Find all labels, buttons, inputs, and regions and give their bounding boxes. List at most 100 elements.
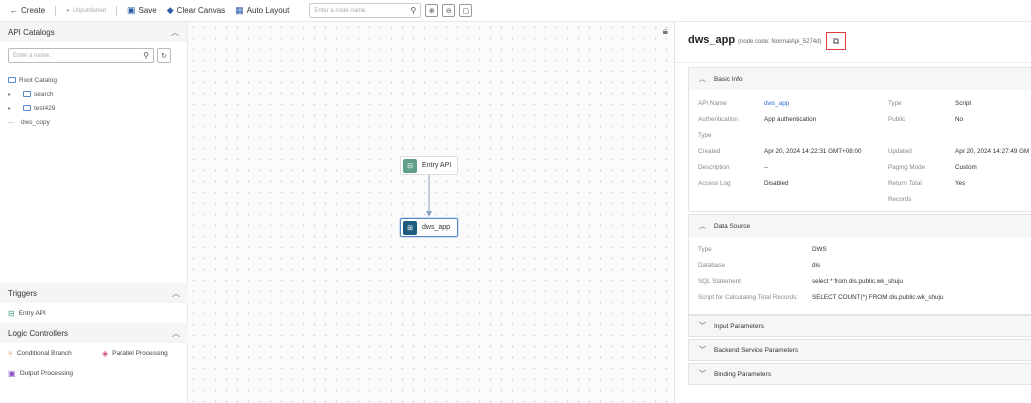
output-icon: ▣ <box>8 368 16 378</box>
entry-api-icon: ⊟ <box>8 308 15 318</box>
entry-api-component[interactable]: ⊟ Entry API <box>0 303 188 323</box>
chevron-down-icon: ﹀ <box>699 371 706 378</box>
node-detail-panel: dws_app (node code: NormalApi_5274d) ⧉ ︿… <box>674 22 1031 403</box>
back-create-button[interactable]: ← Create <box>10 6 45 15</box>
ds-type-label: Type <box>698 246 712 253</box>
fit-screen-icon: ▢ <box>462 7 470 15</box>
caret-right-icon[interactable]: ▸ <box>8 91 14 98</box>
lock-icon[interactable]: 🔒︎ <box>663 26 668 37</box>
logic-controllers-section: Logic Controllers ︿ ⑂ Conditional Branch… <box>0 323 188 383</box>
caret-right-icon[interactable]: ▸ <box>8 105 14 112</box>
return-total-label-cont: Records <box>888 196 912 203</box>
conditional-branch-component[interactable]: ⑂ Conditional Branch <box>0 343 94 363</box>
top-toolbar: ← Create ● Unpublished ▣ Save ◆ Clear Ca… <box>0 0 1031 22</box>
dws-app-node[interactable]: ⊞ dws_app <box>400 218 458 237</box>
zoom-out-icon: ⊖ <box>445 7 452 15</box>
ds-type-value: DWS <box>812 246 827 253</box>
parallel-icon: ◈ <box>102 348 109 358</box>
catalog-tree: Root Catalog ▸ search ▸ test429 — dws_co… <box>0 63 187 129</box>
backend-parameters-header[interactable]: ﹀ Backend Service Parameters <box>688 339 1031 361</box>
auth-label-cont: Type <box>698 132 712 139</box>
chevron-up-icon[interactable]: ︿ <box>172 328 180 339</box>
chevron-up-icon: ︿ <box>699 76 706 83</box>
entry-api-node-icon: ⊟ <box>403 158 417 173</box>
binding-parameters-header[interactable]: ﹀ Binding Parameters <box>688 363 1031 385</box>
parallel-processing-component[interactable]: ◈ Parallel Processing <box>94 343 176 363</box>
divider <box>116 5 117 16</box>
chevron-up-icon[interactable]: ︿ <box>171 27 179 38</box>
auth-label: Authentication <box>698 116 738 123</box>
folder-icon <box>23 105 31 111</box>
output-processing-component[interactable]: ▣ Output Processing <box>0 363 188 383</box>
access-log-value: Disabled <box>764 180 789 187</box>
auto-layout-button[interactable]: ▦ Auto Layout <box>235 5 289 16</box>
sql-label: SQL Statement <box>698 278 741 285</box>
zoom-out-button[interactable]: ⊖ <box>442 4 456 17</box>
chevron-down-icon: ﹀ <box>699 323 706 330</box>
branch-icon: ⑂ <box>8 348 13 358</box>
api-catalogs-header[interactable]: API Catalogs ︿ <box>0 22 187 42</box>
basic-info-card: ︿ Basic Info API Name dws_app Type Scrip… <box>688 67 1031 212</box>
save-icon: ▣ <box>127 5 136 15</box>
created-value: Apr 20, 2024 14:22:31 GMT+08:00 <box>764 148 862 155</box>
database-label: Database <box>698 262 725 269</box>
api-name-value[interactable]: dws_app <box>764 100 789 107</box>
auth-value: App authentication <box>764 116 817 123</box>
flow-canvas[interactable]: 🔒︎ ⊟ Entry API ⊞ dws_app <box>188 22 674 403</box>
status-badge: ● Unpublished <box>66 7 106 14</box>
divider <box>675 62 1031 63</box>
chevron-up-icon: ︿ <box>699 223 706 230</box>
search-icon[interactable]: ⚲ <box>143 51 149 60</box>
database-value: dis <box>812 262 821 269</box>
copy-button[interactable]: ⧉ <box>826 32 846 50</box>
tree-item-dws-copy[interactable]: — dws_copy <box>8 115 187 129</box>
zoom-in-button[interactable]: ⊕ <box>425 4 439 17</box>
entry-api-node[interactable]: ⊟ Entry API <box>400 156 458 175</box>
folder-icon <box>23 91 31 97</box>
updated-value: Apr 20, 2024 14:27:49 GM <box>955 148 1030 155</box>
description-value: -- <box>764 164 769 171</box>
data-source-header[interactable]: ︿ Data Source <box>689 215 1031 237</box>
basic-info-header[interactable]: ︿ Basic Info <box>689 68 1031 90</box>
tree-item-search[interactable]: ▸ search <box>8 87 187 101</box>
tree-line-icon: — <box>8 118 15 126</box>
return-total-value: Yes <box>955 180 966 187</box>
chevron-up-icon[interactable]: ︿ <box>172 288 180 299</box>
arrow-left-icon: ← <box>10 6 18 15</box>
refresh-button[interactable]: ↻ <box>157 48 171 63</box>
chevron-down-icon: ﹀ <box>699 347 706 354</box>
triggers-section: Triggers ︿ ⊟ Entry API <box>0 283 188 323</box>
catalog-search-input[interactable]: Enter a name. ⚲ <box>8 48 154 63</box>
access-log-label: Access Log <box>698 180 731 187</box>
connector-arrow <box>426 175 432 217</box>
updated-label: Updated <box>888 148 912 155</box>
clear-canvas-button[interactable]: ◆ Clear Canvas <box>167 5 225 16</box>
input-parameters-header[interactable]: ﹀ Input Parameters <box>688 315 1031 337</box>
sql-value: select * from dis.public.wk_shuju <box>812 278 903 285</box>
api-node-icon: ⊞ <box>403 220 417 235</box>
divider <box>55 5 57 16</box>
node-title: dws_app (node code: NormalApi_5274d) <box>688 34 822 46</box>
public-label: Public <box>888 116 906 123</box>
created-label: Created <box>698 148 721 155</box>
refresh-icon: ↻ <box>161 52 167 60</box>
layout-icon: ▦ <box>235 5 244 15</box>
node-search-input[interactable]: Enter a node name. ⚲ <box>309 3 422 18</box>
zoom-in-icon: ⊕ <box>428 7 435 15</box>
tree-item-root-catalog[interactable]: Root Catalog <box>8 73 187 87</box>
api-name-label: API Name <box>698 100 727 107</box>
folder-icon <box>8 77 16 83</box>
left-panel: API Catalogs ︿ Enter a name. ⚲ ↻ Root Ca… <box>0 22 188 403</box>
paging-mode-label: Paging Mode <box>888 164 926 171</box>
data-source-card: ︿ Data Source Type DWS Database dis SQL … <box>688 214 1031 315</box>
description-label: Description <box>698 164 730 171</box>
copy-icon: ⧉ <box>832 35 840 46</box>
search-icon[interactable]: ⚲ <box>411 6 417 15</box>
fit-screen-button[interactable]: ▢ <box>459 4 473 17</box>
triggers-header[interactable]: Triggers ︿ <box>0 283 188 303</box>
status-dot-icon: ● <box>66 7 70 14</box>
logic-controllers-header[interactable]: Logic Controllers ︿ <box>0 323 188 343</box>
save-button[interactable]: ▣ Save <box>127 5 157 16</box>
tree-item-test429[interactable]: ▸ test429 <box>8 101 187 115</box>
total-script-value: SELECT COUNT(*) FROM dis.public.wk_shuju <box>812 294 944 301</box>
